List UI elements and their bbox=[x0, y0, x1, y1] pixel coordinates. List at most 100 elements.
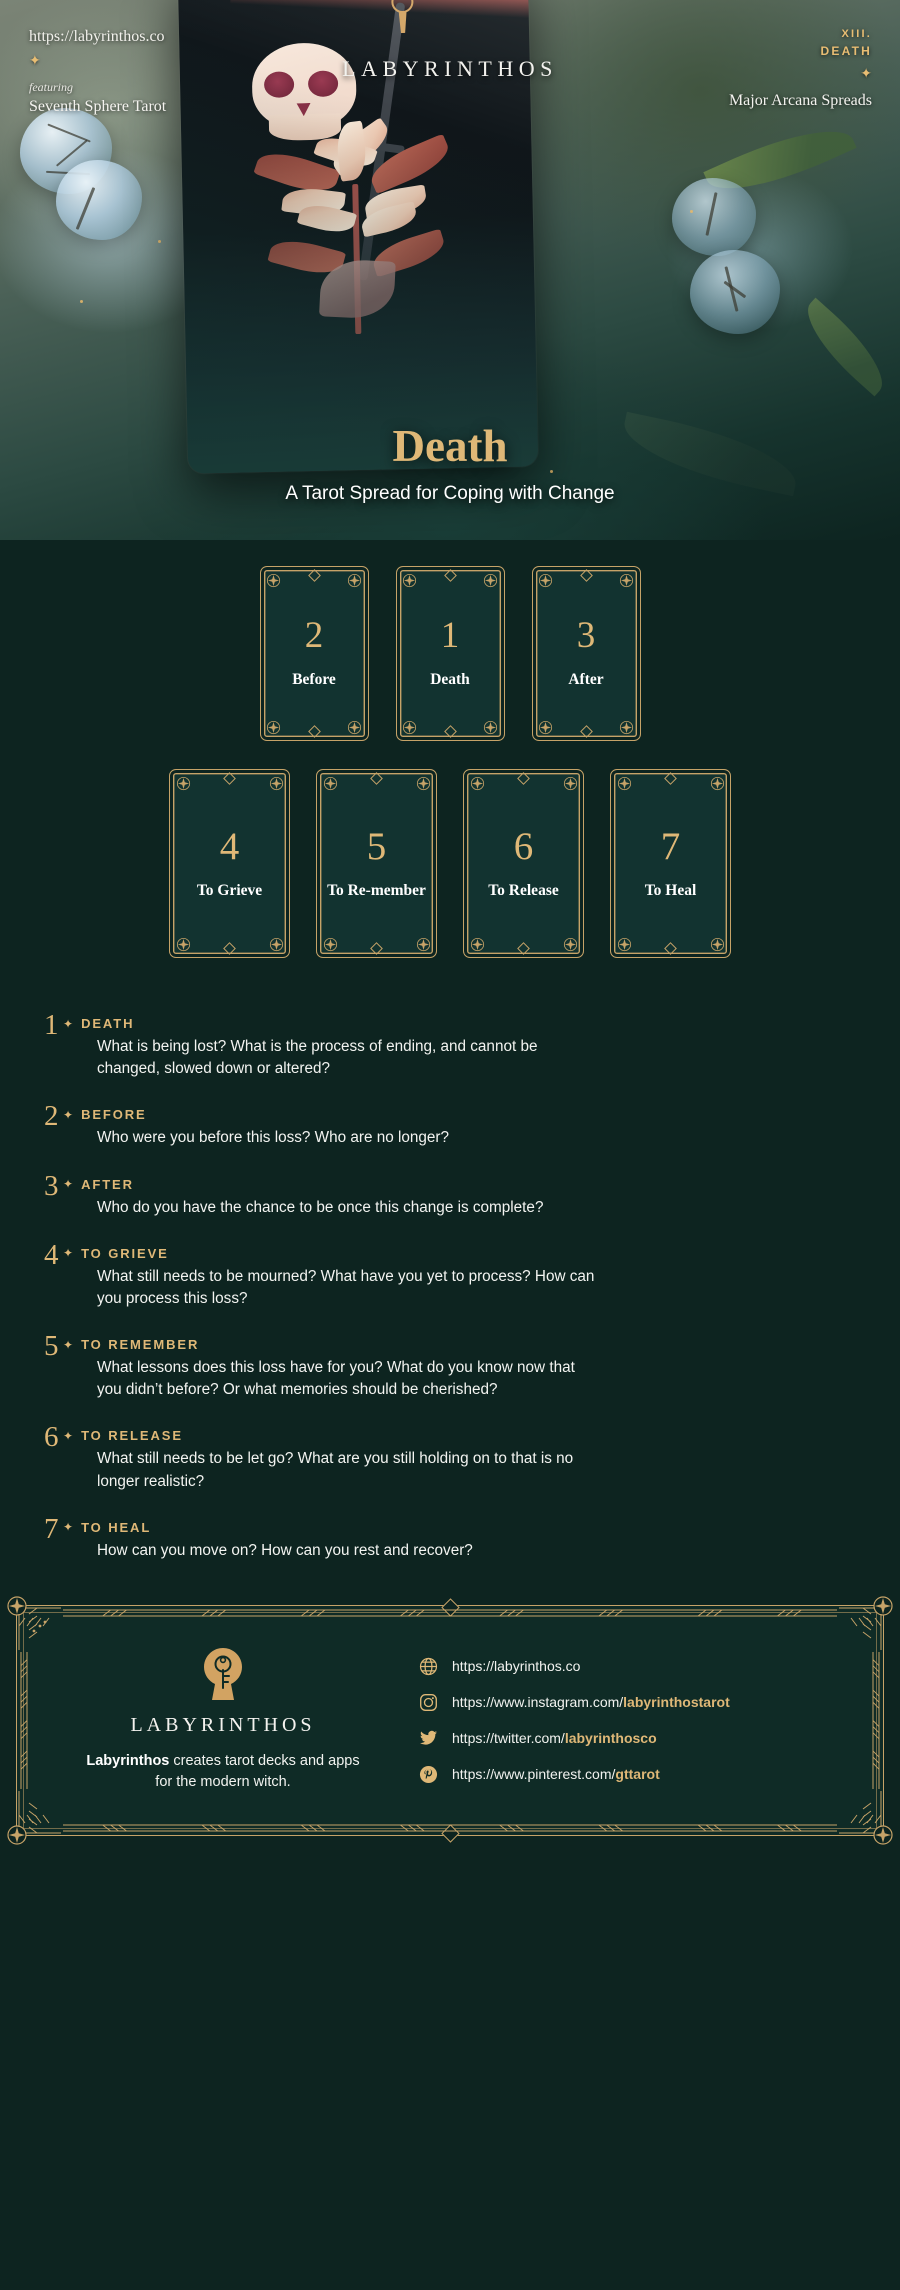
spread-card[interactable]: 3 After bbox=[531, 566, 641, 741]
description-label: TO GRIEVE bbox=[81, 1245, 169, 1261]
art-deco-side-pattern-icon bbox=[859, 1651, 881, 1789]
footer-tagline-rest: creates tarot decks and apps for the mod… bbox=[155, 1752, 360, 1790]
diamond-ornament-icon bbox=[443, 569, 457, 582]
globe-icon bbox=[419, 1657, 438, 1676]
description-label: BEFORE bbox=[81, 1107, 147, 1123]
description-number: 7 bbox=[44, 1512, 59, 1545]
description-label: TO HEAL bbox=[81, 1519, 152, 1535]
art-deco-side-pattern-icon bbox=[19, 1651, 41, 1789]
sparkle bbox=[80, 300, 83, 303]
page-title: Death bbox=[392, 421, 508, 471]
arcana-number: XIII. bbox=[841, 28, 872, 40]
corner-star-ornament-icon bbox=[269, 776, 284, 791]
series-label: Major Arcana Spreads bbox=[728, 92, 872, 109]
card-label: To Re-member bbox=[327, 881, 426, 899]
featuring-label: featuring bbox=[29, 80, 73, 94]
corner-star-ornament-icon bbox=[266, 720, 281, 735]
diamond-ornament-icon bbox=[223, 942, 236, 955]
card-number: 5 bbox=[366, 824, 387, 868]
star-icon: ✦ bbox=[63, 1428, 74, 1443]
art-deco-corner-ornament-icon bbox=[15, 1604, 61, 1650]
corner-star-ornament-icon bbox=[347, 720, 362, 735]
rune-stone bbox=[672, 178, 756, 256]
diamond-ornament-icon bbox=[664, 942, 677, 955]
diamond-ornament-icon bbox=[579, 569, 593, 582]
footer-wrapper: LABYRINTHOS Labyrinthos creates tarot de… bbox=[0, 1589, 900, 1854]
star-icon: ✦ bbox=[63, 1246, 74, 1261]
card-number: 1 bbox=[440, 615, 460, 657]
card-label: Before bbox=[292, 671, 336, 689]
corner-star-ornament-icon bbox=[266, 573, 281, 588]
star-icon: ✦ bbox=[63, 1177, 74, 1192]
card-label: To Release bbox=[488, 881, 559, 899]
star-icon: ✦ bbox=[63, 1016, 74, 1031]
spread-card[interactable]: 4 To Grieve bbox=[169, 769, 290, 958]
diamond-ornament-icon bbox=[664, 772, 677, 785]
art-deco-corner-ornament-icon bbox=[839, 1604, 885, 1650]
footer-link-handle: labyrinthostarot bbox=[623, 1694, 730, 1711]
footer-link-twitter[interactable]: https://twitter.com/labyrinthosco bbox=[419, 1729, 883, 1748]
diamond-ornament-icon bbox=[307, 569, 321, 582]
description-text: What still needs to be let go? What are … bbox=[97, 1450, 574, 1490]
footer-link-instagram[interactable]: https://www.instagram.com/labyrinthostar… bbox=[419, 1693, 883, 1712]
spread-card[interactable]: 2 Before bbox=[259, 566, 369, 741]
description-text: What lessons does this loss have for you… bbox=[97, 1359, 575, 1399]
corner-star-ornament-icon bbox=[617, 776, 632, 791]
diamond-ornament-icon bbox=[579, 725, 593, 738]
diamond-ornament-icon bbox=[307, 725, 321, 738]
description-item: 2 ✦ BEFORE Who were you before this loss… bbox=[0, 1102, 900, 1149]
description-text: What is being lost? What is the process … bbox=[97, 1038, 538, 1078]
art-deco-edge-pattern-icon bbox=[63, 1608, 837, 1630]
description-number: 3 bbox=[44, 1169, 59, 1202]
description-label: TO RELEASE bbox=[81, 1428, 183, 1444]
rune-stone bbox=[690, 250, 780, 334]
star-icon: ✦ bbox=[63, 1337, 74, 1352]
footer-link-website[interactable]: https://labyrinthos.co bbox=[419, 1657, 883, 1676]
star-icon: ✦ bbox=[860, 65, 872, 81]
spread-card[interactable]: 5 To Re-member bbox=[316, 769, 437, 958]
footer-link-handle: labyrinthosco bbox=[564, 1730, 657, 1747]
description-item: 6 ✦ TO RELEASE What still needs to be le… bbox=[0, 1423, 900, 1492]
spread-layout: 2 Before 1 Death 3 After 4 To Grieve 5 T… bbox=[0, 540, 900, 1562]
corner-star-ornament-icon bbox=[269, 937, 284, 952]
card-label: To Heal bbox=[644, 881, 697, 899]
corner-star-ornament-icon bbox=[483, 720, 498, 735]
description-text: Who were you before this loss? Who are n… bbox=[97, 1129, 450, 1147]
corner-star-ornament-icon bbox=[347, 573, 362, 588]
corner-star-ornament-icon bbox=[617, 937, 632, 952]
art-deco-edge-pattern-icon bbox=[63, 1811, 837, 1833]
description-label: DEATH bbox=[81, 1016, 135, 1031]
corner-star-ornament-icon bbox=[176, 937, 191, 952]
corner-star-ornament-icon bbox=[323, 776, 338, 791]
diamond-ornament-icon bbox=[517, 942, 530, 955]
deck-name: Seventh Sphere Tarot bbox=[29, 98, 167, 115]
card-label: To Grieve bbox=[196, 881, 263, 899]
diamond-ornament-icon bbox=[517, 772, 530, 785]
spread-card[interactable]: 7 To Heal bbox=[610, 769, 731, 958]
footer-link-text: https://www.instagram.com/labyrinthostar… bbox=[452, 1694, 730, 1710]
footer-brand-name: LABYRINTHOS bbox=[130, 1713, 316, 1736]
description-item: 1 ✦ DEATH What is being lost? What is th… bbox=[0, 1010, 900, 1080]
description-text: How can you move on? How can you rest an… bbox=[97, 1541, 473, 1559]
footer-brand-block: LABYRINTHOS Labyrinthos creates tarot de… bbox=[17, 1647, 415, 1793]
corner-star-ornament-icon bbox=[416, 776, 431, 791]
spread-card[interactable]: 1 Death bbox=[395, 566, 505, 741]
keyhole-logo-icon bbox=[31, 1647, 415, 1700]
arcana-name: DEATH bbox=[820, 44, 872, 58]
footer-link-pinterest[interactable]: https://www.pinterest.com/gttarot bbox=[419, 1765, 883, 1784]
description-number: 6 bbox=[44, 1421, 59, 1454]
footer-link-text: https://twitter.com/labyrinthosco bbox=[452, 1730, 657, 1746]
footer-tagline: Labyrinthos creates tarot decks and apps… bbox=[31, 1751, 415, 1793]
card-label: Death bbox=[430, 671, 470, 689]
rune-stone bbox=[56, 160, 142, 240]
hero-website-url: https://labyrinthos.co bbox=[29, 28, 165, 45]
footer-link-text: https://www.pinterest.com/gttarot bbox=[452, 1766, 660, 1782]
hero-left-block: https://labyrinthos.co ✦ featuring Seven… bbox=[29, 28, 166, 116]
footer-link-text: https://labyrinthos.co bbox=[452, 1658, 580, 1674]
corner-star-ornament-icon bbox=[563, 776, 578, 791]
card-number: 7 bbox=[660, 824, 681, 868]
description-number: 1 bbox=[44, 1009, 59, 1041]
description-number: 4 bbox=[44, 1238, 59, 1271]
spread-card[interactable]: 6 To Release bbox=[463, 769, 584, 958]
corner-star-ornament-icon bbox=[538, 720, 553, 735]
